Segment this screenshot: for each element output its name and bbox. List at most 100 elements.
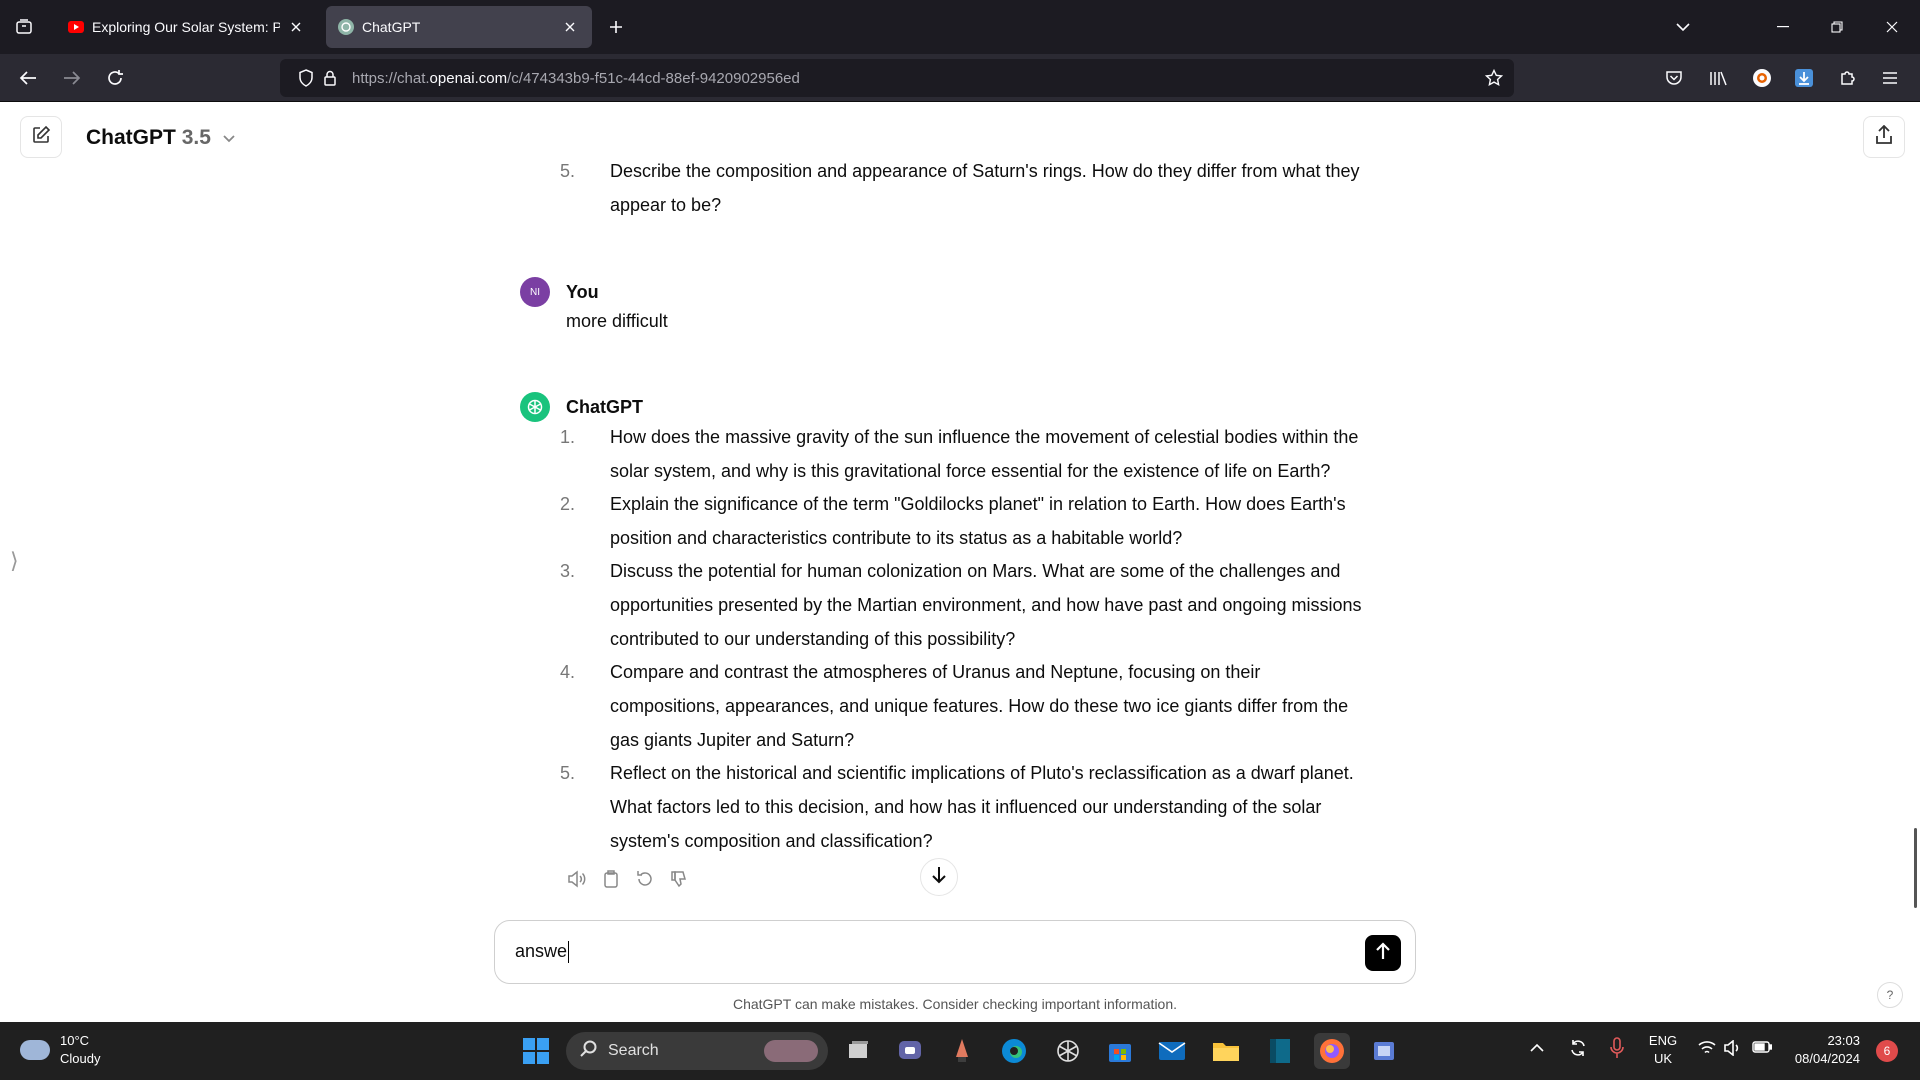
message-input[interactable]: answe [515,941,570,964]
language-code: ENG [1648,1033,1678,1048]
tracking-protection-shield-icon[interactable] [296,68,316,88]
thumbs-down-icon[interactable] [668,868,690,890]
chatgpt-app-icon[interactable] [1050,1033,1086,1069]
read-aloud-speaker-icon[interactable] [566,868,588,890]
file-explorer-icon[interactable] [1208,1033,1244,1069]
conversation: 5. Describe the composition and appearan… [520,102,1420,892]
close-window-icon[interactable] [1877,12,1907,42]
message-actions [566,868,690,890]
system-clock[interactable]: 23:03 08/04/2024 [1780,1032,1860,1068]
list-line: gas giants Jupiter and Saturn? [610,730,855,750]
user-message-text: more difficult [566,311,668,331]
list-line: How does the massive gravity of the sun … [610,427,1359,447]
search-icon [580,1040,598,1063]
restore-icon[interactable] [1822,12,1852,42]
list-line: solar system, and why is this gravitatio… [610,461,1331,481]
account-sync-icon[interactable] [1748,64,1776,92]
list-line: Describe the composition and appearance … [610,161,1360,181]
windows-taskbar: 10°C Cloudy Search ENG UK 23:03 08/04/20… [0,1022,1920,1080]
search-highlight-image [764,1040,818,1062]
pocket-icon[interactable] [1660,64,1688,92]
bookmark-star-icon[interactable] [1484,68,1504,88]
close-tab-icon[interactable] [286,17,306,37]
share-button[interactable] [1863,116,1905,158]
list-line: contributed to our understanding of this… [610,629,1016,649]
downloads-icon[interactable] [1790,64,1818,92]
minimize-icon[interactable] [1768,12,1798,42]
url-text[interactable]: https://chat.openai.com/c/474343b9-f51c-… [352,70,800,87]
model-selector[interactable]: ChatGPT 3.5 [86,126,235,150]
battery-icon[interactable] [1752,1040,1773,1057]
message-composer[interactable]: answe [494,920,1416,984]
url-path: /c/474343b9-f51c-44cd-88ef-9420902956ed [507,70,800,87]
weather-temperature: 10°C [60,1033,90,1048]
lock-icon[interactable] [320,68,340,88]
menu-hamburger-icon[interactable] [1876,64,1904,92]
show-hidden-icons-chevron-icon[interactable] [1530,1040,1544,1056]
regenerate-icon[interactable] [634,868,656,890]
windows-start-icon[interactable] [518,1033,554,1069]
copy-icon[interactable] [600,868,622,890]
task-view-icon[interactable] [841,1033,877,1069]
page-scrollbar[interactable] [1914,828,1917,908]
clock-date: 08/04/2024 [1794,1051,1860,1066]
language-region: UK [1653,1051,1673,1066]
weather-description: Cloudy [60,1051,101,1066]
list-line: opportunities presented by the Martian e… [610,595,1362,615]
disclaimer-text: ChatGPT can make mistakes. Consider chec… [732,996,1178,1012]
firefox-icon[interactable] [1314,1033,1350,1069]
list-number: 1. [560,427,576,447]
new-chat-button[interactable] [20,116,62,158]
user-avatar[interactable]: NI [520,277,550,307]
browser-tab-bar: Exploring Our Solar System: Pla ChatGPT [0,0,1920,54]
back-arrow-icon[interactable] [14,64,42,92]
input-language[interactable]: ENG UK [1646,1032,1680,1068]
send-button[interactable] [1365,935,1401,971]
list-line: Reflect on the historical and scientific… [610,763,1354,783]
pencil-app-icon[interactable] [944,1033,980,1069]
extensions-puzzle-icon[interactable] [1834,64,1862,92]
new-tab-plus-icon[interactable] [604,15,628,39]
tab-title: ChatGPT [362,19,421,35]
list-number: 5. [560,763,576,783]
tab-youtube[interactable]: Exploring Our Solar System: Pla [56,6,318,48]
address-bar[interactable]: https://chat.openai.com/c/474343b9-f51c-… [280,59,1514,97]
list-line: position and characteristics contribute … [610,528,1183,548]
dark-app-icon[interactable] [1262,1033,1298,1069]
notification-badge[interactable]: 6 [1876,1040,1898,1062]
new-chat-pencil-icon [31,125,51,150]
scroll-to-bottom-button[interactable] [920,858,958,896]
list-line: appear to be? [610,195,722,215]
tab-chatgpt[interactable]: ChatGPT [326,6,592,48]
close-tab-icon[interactable] [560,17,580,37]
message-input-value: answe [515,941,568,961]
sidebar-toggle-icon[interactable]: ⟩ [10,548,19,574]
library-icon[interactable] [1704,64,1732,92]
snipping-tool-icon[interactable] [1366,1033,1402,1069]
weather-widget[interactable]: 10°C Cloudy [20,1032,100,1068]
help-button[interactable]: ? [1877,982,1903,1008]
chevron-down-icon [223,130,235,146]
text-caret [568,941,570,964]
chatgpt-page: ChatGPT 3.5 ⟩ 5. Describe the compositio… [0,102,1920,1022]
model-version: 3.5 [181,126,211,149]
list-all-tabs-icon[interactable] [12,15,36,39]
list-number: 5. [560,161,576,181]
reload-icon[interactable] [101,64,129,92]
teams-chat-icon[interactable] [892,1033,928,1069]
clock-time: 23:03 [1827,1033,1860,1048]
mail-icon[interactable] [1154,1033,1190,1069]
forward-arrow-icon[interactable] [58,64,86,92]
assistant-author-label: ChatGPT [566,397,644,417]
volume-icon[interactable] [1724,1039,1742,1059]
tab-overflow-chevron-icon[interactable] [1668,12,1698,42]
arrow-down-icon [931,866,947,889]
microphone-icon[interactable] [1610,1037,1624,1062]
edge-browser-icon[interactable] [996,1033,1032,1069]
microsoft-store-icon[interactable] [1102,1033,1138,1069]
wifi-icon[interactable] [1698,1040,1716,1059]
list-line: Explain the significance of the term "Go… [610,494,1346,514]
sync-update-icon[interactable] [1568,1038,1588,1061]
list-line: compositions, appearances, and unique fe… [610,696,1349,716]
taskbar-search[interactable]: Search [566,1032,828,1070]
